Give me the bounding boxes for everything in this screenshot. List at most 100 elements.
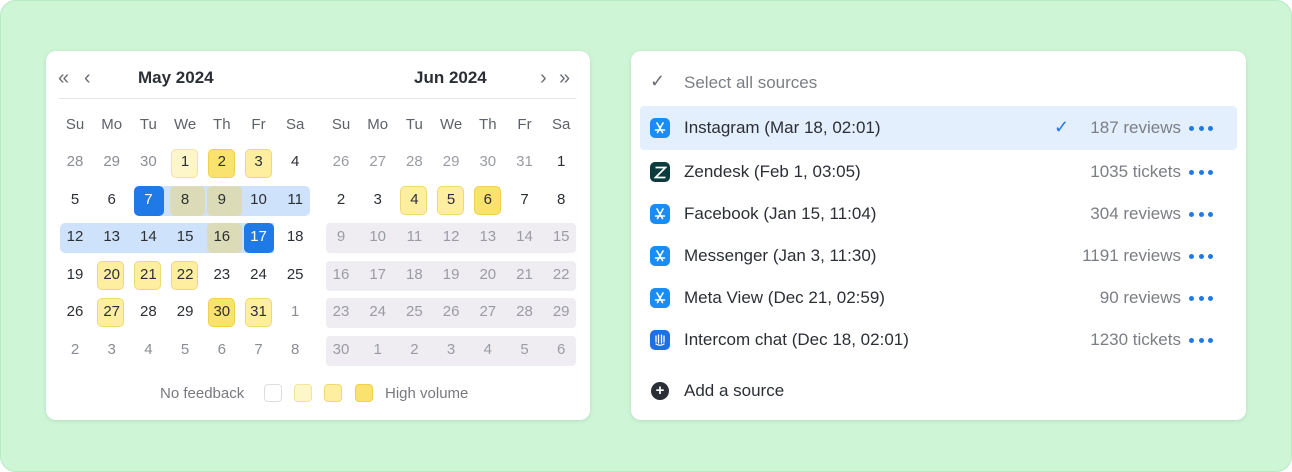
day-cell[interactable]: 1: [167, 148, 203, 176]
day-cell[interactable]: 4: [130, 336, 166, 364]
next-month-icon[interactable]: ›: [540, 68, 547, 88]
day-cell[interactable]: 18: [277, 223, 313, 251]
day-cell[interactable]: 27: [94, 298, 130, 326]
day-cell[interactable]: 21: [130, 261, 166, 289]
day-cell[interactable]: 30: [130, 148, 166, 176]
source-row-meta-view[interactable]: Meta View (Dec 21, 02:59) 90 reviews: [640, 276, 1237, 320]
day-cell[interactable]: 15: [543, 223, 579, 251]
day-cell[interactable]: 30: [323, 336, 359, 364]
day-cell[interactable]: 7: [241, 336, 277, 364]
day-cell[interactable]: 28: [57, 148, 93, 176]
more-options-icon[interactable]: [1189, 163, 1213, 181]
day-cell[interactable]: 11: [277, 186, 313, 214]
more-options-icon[interactable]: [1189, 289, 1213, 307]
day-cell[interactable]: 12: [433, 223, 469, 251]
day-cell[interactable]: 2: [323, 186, 359, 214]
day-cell[interactable]: 5: [507, 336, 543, 364]
prev-month-icon[interactable]: ‹: [84, 68, 91, 88]
day-cell[interactable]: 29: [433, 148, 469, 176]
source-row-facebook[interactable]: Facebook (Jan 15, 11:04) 304 reviews: [640, 192, 1237, 236]
next-year-icon[interactable]: »: [559, 68, 570, 88]
day-cell[interactable]: 10: [360, 223, 396, 251]
day-cell[interactable]: 20: [94, 261, 130, 289]
day-cell[interactable]: 3: [94, 336, 130, 364]
day-cell[interactable]: 8: [167, 186, 203, 214]
day-cell[interactable]: 8: [543, 186, 579, 214]
day-cell[interactable]: 1: [360, 336, 396, 364]
day-cell[interactable]: 24: [241, 261, 277, 289]
day-cell[interactable]: 5: [433, 186, 469, 214]
day-cell[interactable]: 25: [396, 298, 432, 326]
day-cell[interactable]: 1: [277, 298, 313, 326]
day-cell[interactable]: 6: [204, 336, 240, 364]
day-cell[interactable]: 26: [433, 298, 469, 326]
day-cell[interactable]: 10: [241, 186, 277, 214]
day-cell[interactable]: 4: [470, 336, 506, 364]
day-cell[interactable]: 6: [470, 186, 506, 214]
day-cell[interactable]: 23: [204, 261, 240, 289]
more-options-icon[interactable]: [1189, 119, 1213, 137]
day-cell[interactable]: 26: [323, 148, 359, 176]
day-cell[interactable]: 24: [360, 298, 396, 326]
day-cell[interactable]: 27: [360, 148, 396, 176]
day-cell[interactable]: 16: [204, 223, 240, 251]
day-cell[interactable]: 2: [57, 336, 93, 364]
day-cell[interactable]: 29: [94, 148, 130, 176]
prev-year-icon[interactable]: «: [58, 68, 69, 88]
day-cell[interactable]: 30: [470, 148, 506, 176]
day-cell[interactable]: 29: [543, 298, 579, 326]
day-cell[interactable]: 25: [277, 261, 313, 289]
day-cell[interactable]: 22: [543, 261, 579, 289]
day-cell[interactable]: 14: [507, 223, 543, 251]
day-cell[interactable]: 8: [277, 336, 313, 364]
day-cell[interactable]: 28: [130, 298, 166, 326]
source-row-intercom[interactable]: Intercom chat (Dec 18, 02:01) 1230 ticke…: [640, 318, 1237, 362]
day-cell[interactable]: 7: [130, 186, 166, 214]
day-cell[interactable]: 22: [167, 261, 203, 289]
day-cell[interactable]: 6: [94, 186, 130, 214]
day-cell[interactable]: 3: [433, 336, 469, 364]
day-cell[interactable]: 6: [543, 336, 579, 364]
day-cell[interactable]: 29: [167, 298, 203, 326]
day-cell[interactable]: 5: [167, 336, 203, 364]
day-cell[interactable]: 2: [396, 336, 432, 364]
day-cell[interactable]: 19: [57, 261, 93, 289]
add-source-button[interactable]: Add a source: [684, 381, 784, 401]
day-cell[interactable]: 28: [507, 298, 543, 326]
day-cell[interactable]: 3: [241, 148, 277, 176]
source-row-messenger[interactable]: Messenger (Jan 3, 11:30) 1191 reviews: [640, 234, 1237, 278]
day-cell[interactable]: 14: [130, 223, 166, 251]
source-row-zendesk[interactable]: Zendesk (Feb 1, 03:05) 1035 tickets: [640, 150, 1237, 194]
day-cell[interactable]: 28: [396, 148, 432, 176]
day-cell[interactable]: 4: [396, 186, 432, 214]
source-row-instagram[interactable]: Instagram (Mar 18, 02:01) ✓ 187 reviews: [640, 106, 1237, 150]
day-cell[interactable]: 16: [323, 261, 359, 289]
more-options-icon[interactable]: [1189, 331, 1213, 349]
day-cell[interactable]: 17: [241, 223, 277, 251]
day-cell[interactable]: 20: [470, 261, 506, 289]
day-cell[interactable]: 30: [204, 298, 240, 326]
day-cell[interactable]: 17: [360, 261, 396, 289]
day-cell[interactable]: 9: [323, 223, 359, 251]
day-cell[interactable]: 11: [396, 223, 432, 251]
day-cell[interactable]: 31: [241, 298, 277, 326]
day-cell[interactable]: 1: [543, 148, 579, 176]
day-cell[interactable]: 4: [277, 148, 313, 176]
day-cell[interactable]: 27: [470, 298, 506, 326]
day-cell[interactable]: 7: [507, 186, 543, 214]
day-cell[interactable]: 18: [396, 261, 432, 289]
more-options-icon[interactable]: [1189, 205, 1213, 223]
day-cell[interactable]: 15: [167, 223, 203, 251]
day-cell[interactable]: 12: [57, 223, 93, 251]
day-cell[interactable]: 3: [360, 186, 396, 214]
day-cell[interactable]: 19: [433, 261, 469, 289]
day-cell[interactable]: 2: [204, 148, 240, 176]
select-all-sources[interactable]: Select all sources: [684, 73, 817, 93]
day-cell[interactable]: 5: [57, 186, 93, 214]
day-cell[interactable]: 23: [323, 298, 359, 326]
day-cell[interactable]: 21: [507, 261, 543, 289]
day-cell[interactable]: 26: [57, 298, 93, 326]
more-options-icon[interactable]: [1189, 247, 1213, 265]
day-cell[interactable]: 9: [204, 186, 240, 214]
day-cell[interactable]: 13: [470, 223, 506, 251]
